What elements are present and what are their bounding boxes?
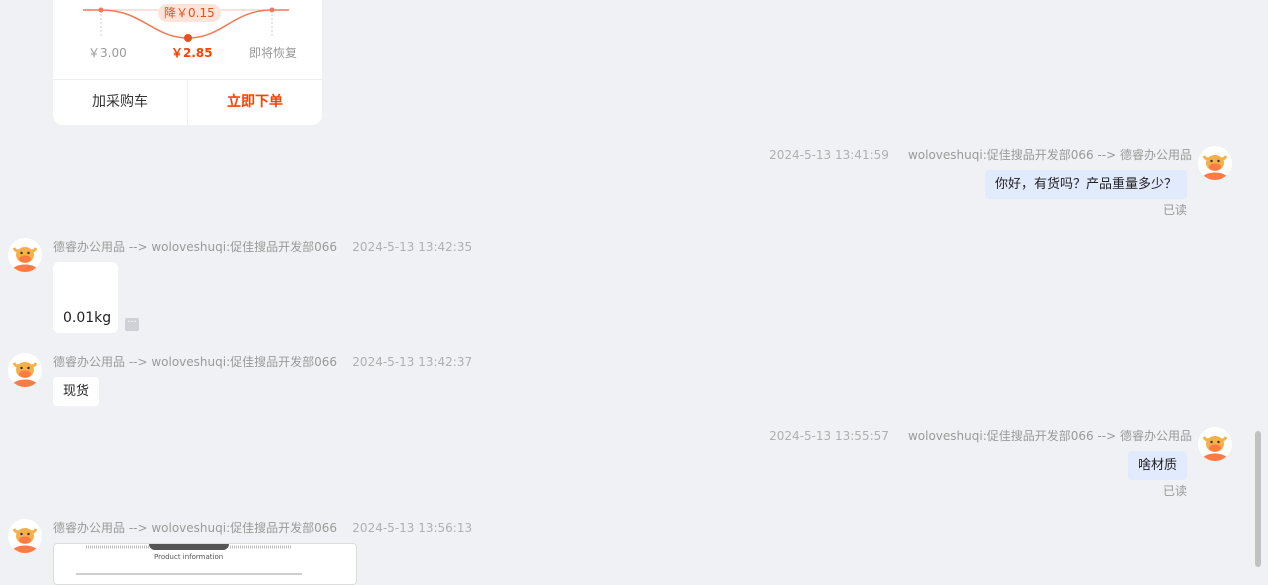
avatar[interactable] [1198,427,1232,461]
message-time: 2024-5-13 13:41:59 [769,148,889,162]
message-route: 德睿办公用品 --> woloveshuqi:促佳搜品开发部066 [53,355,338,369]
bull-avatar-icon [8,519,42,553]
buy-now-button[interactable]: 立即下单 [188,80,322,125]
discount-badge: 降￥0.15 [158,4,221,22]
scrollbar-thumb[interactable] [1255,431,1261,567]
message-time: 2024-5-13 13:42:37 [352,355,473,369]
product-card: 降￥0.15 ￥3.00 ￥2.85 即将恢复 加采购车 立即下单 [53,0,322,125]
message-time: 2024-5-13 13:56:13 [352,521,473,535]
message-route: woloveshuqi:促佳搜品开发部066 --> 德睿办公用品 [907,148,1192,162]
image-message[interactable]: Product information [53,543,357,585]
message-meta: 德睿办公用品 --> woloveshuqi:促佳搜品开发部066 2024-5… [53,238,472,255]
current-price: ￥2.85 [171,46,213,60]
message-text: 0.01kg [63,310,112,326]
message-route: 德睿办公用品 --> woloveshuqi:促佳搜品开发部066 [53,240,338,254]
restore-label: 即将恢复 [249,46,298,60]
message-bubble: 现货 [53,377,100,406]
ellipsis-icon[interactable]: ··· [125,318,139,331]
bull-avatar-icon [1198,427,1232,461]
read-status: 已读 [1162,484,1187,498]
avatar[interactable] [1198,146,1232,180]
message-time: 2024-5-13 13:42:35 [352,240,473,254]
bull-avatar-icon [8,238,42,272]
message-bubble: 你好，有货吗？产品重量多少？ [984,170,1187,199]
add-to-cart-button[interactable]: 加采购车 [53,80,187,125]
message-meta: 德睿办公用品 --> woloveshuqi:促佳搜品开发部066 2024-5… [53,353,472,370]
message-meta: 德睿办公用品 --> woloveshuqi:促佳搜品开发部066 2024-5… [53,519,472,536]
message-route: 德睿办公用品 --> woloveshuqi:促佳搜品开发部066 [53,521,338,535]
message-meta: 2024-5-13 13:55:57 woloveshuqi:促佳搜品开发部06… [769,427,1192,444]
bull-avatar-icon [8,353,42,387]
bull-avatar-icon [1198,146,1232,180]
message-meta: 2024-5-13 13:41:59 woloveshuqi:促佳搜品开发部06… [769,146,1192,163]
message-bubble: 0.01kg [53,262,118,333]
image-caption: Product information [154,553,224,561]
message-bubble: 啥材质 [1127,451,1187,480]
avatar[interactable] [8,238,42,272]
product-image [76,544,302,575]
avatar[interactable] [8,353,42,387]
original-price: ￥3.00 [88,46,127,60]
read-status: 已读 [1162,203,1187,217]
message-time: 2024-5-13 13:55:57 [769,429,889,443]
message-route: woloveshuqi:促佳搜品开发部066 --> 德睿办公用品 [907,429,1192,443]
avatar[interactable] [8,519,42,553]
